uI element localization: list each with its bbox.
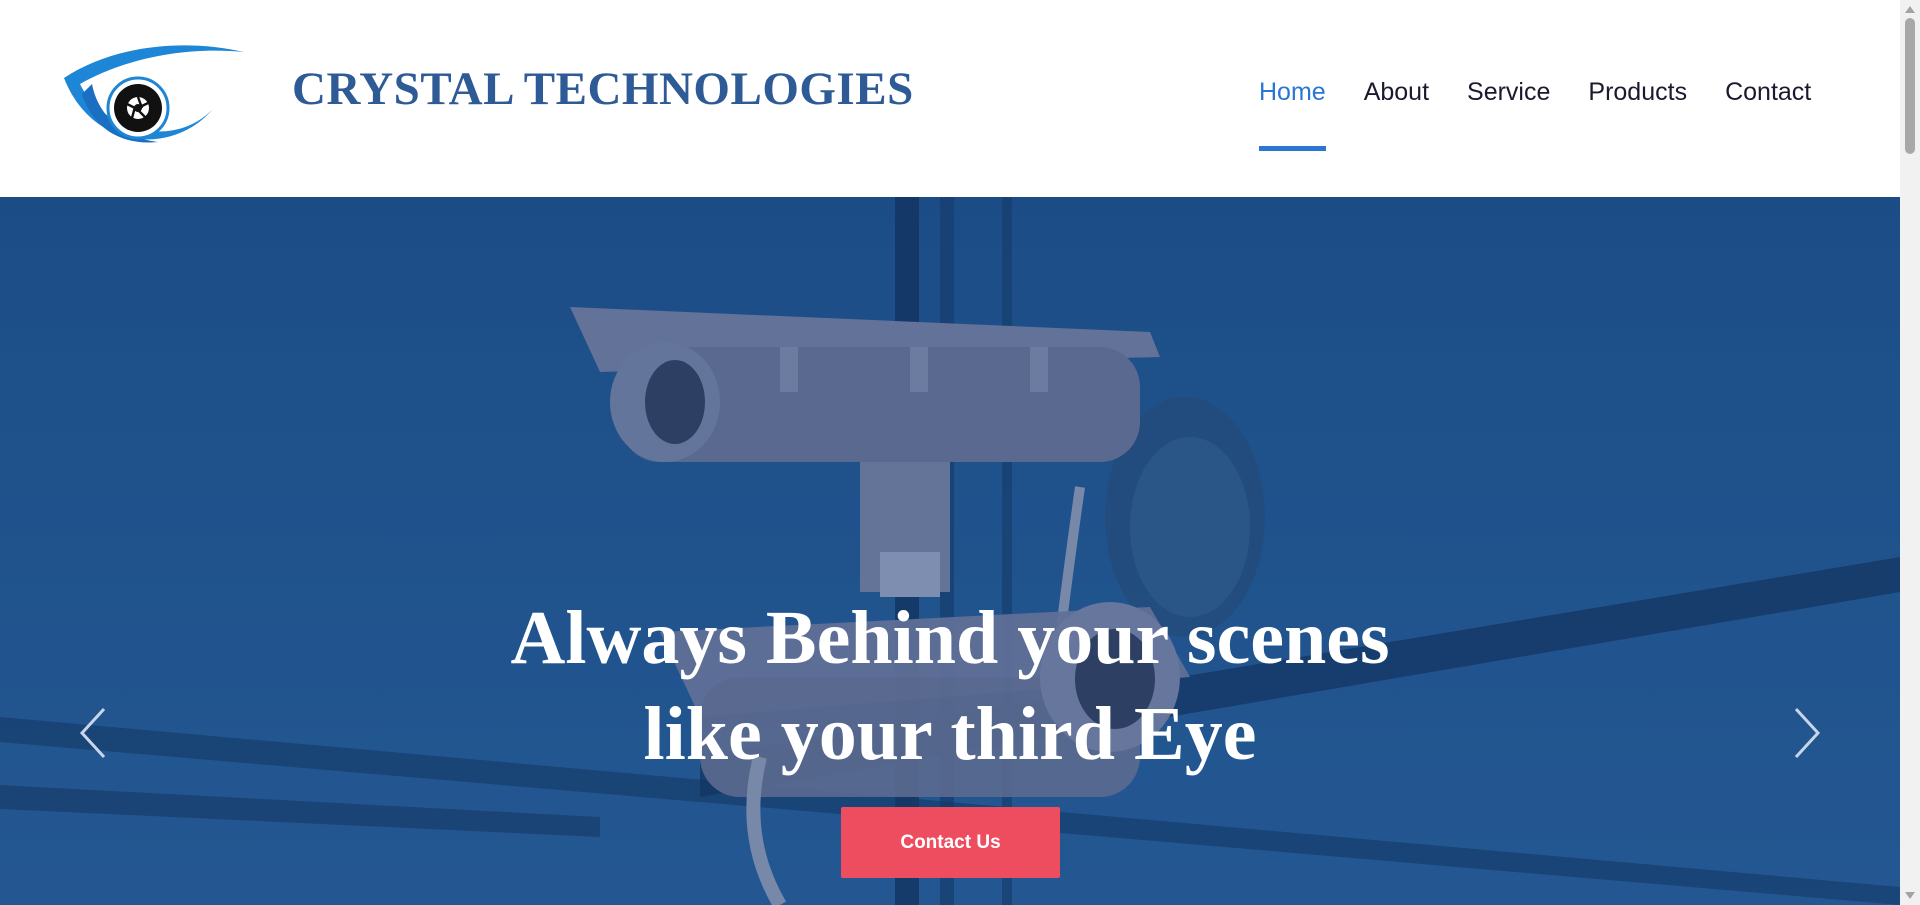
site-header: CRYSTAL TECHNOLOGIES Home About Service … [0, 0, 1900, 197]
scroll-down-arrow-icon[interactable] [1905, 892, 1915, 899]
nav-item-label: Service [1467, 78, 1551, 106]
nav-item-label: Products [1588, 78, 1688, 106]
hero-title-line1: Always Behind your scenes [510, 596, 1390, 680]
active-underline [1259, 146, 1326, 151]
page-scrollbar[interactable] [1900, 0, 1920, 905]
nav-item-home[interactable]: Home [1259, 78, 1326, 153]
hero-background-image [0, 197, 1900, 905]
eye-camera-logo[interactable] [62, 38, 250, 158]
hero-title: Always Behind your scenes like your thir… [0, 590, 1900, 782]
main-nav: Home About Service Products Contact [1259, 78, 1849, 153]
nav-item-contact[interactable]: Contact [1725, 78, 1811, 153]
nav-item-label: Home [1259, 78, 1326, 106]
nav-item-products[interactable]: Products [1588, 78, 1687, 153]
nav-item-label: Contact [1725, 78, 1812, 106]
nav-item-service[interactable]: Service [1467, 78, 1550, 153]
scroll-up-arrow-icon[interactable] [1905, 6, 1915, 13]
hero-title-line2: like your third Eye [643, 692, 1257, 776]
nav-item-label: About [1363, 78, 1430, 106]
scrollbar-thumb[interactable] [1905, 18, 1915, 154]
brand-name[interactable]: CRYSTAL TECHNOLOGIES [292, 62, 914, 116]
nav-item-about[interactable]: About [1364, 78, 1429, 153]
contact-us-button[interactable]: Contact Us [841, 807, 1060, 878]
hero-slider: Always Behind your scenes like your thir… [0, 197, 1900, 905]
